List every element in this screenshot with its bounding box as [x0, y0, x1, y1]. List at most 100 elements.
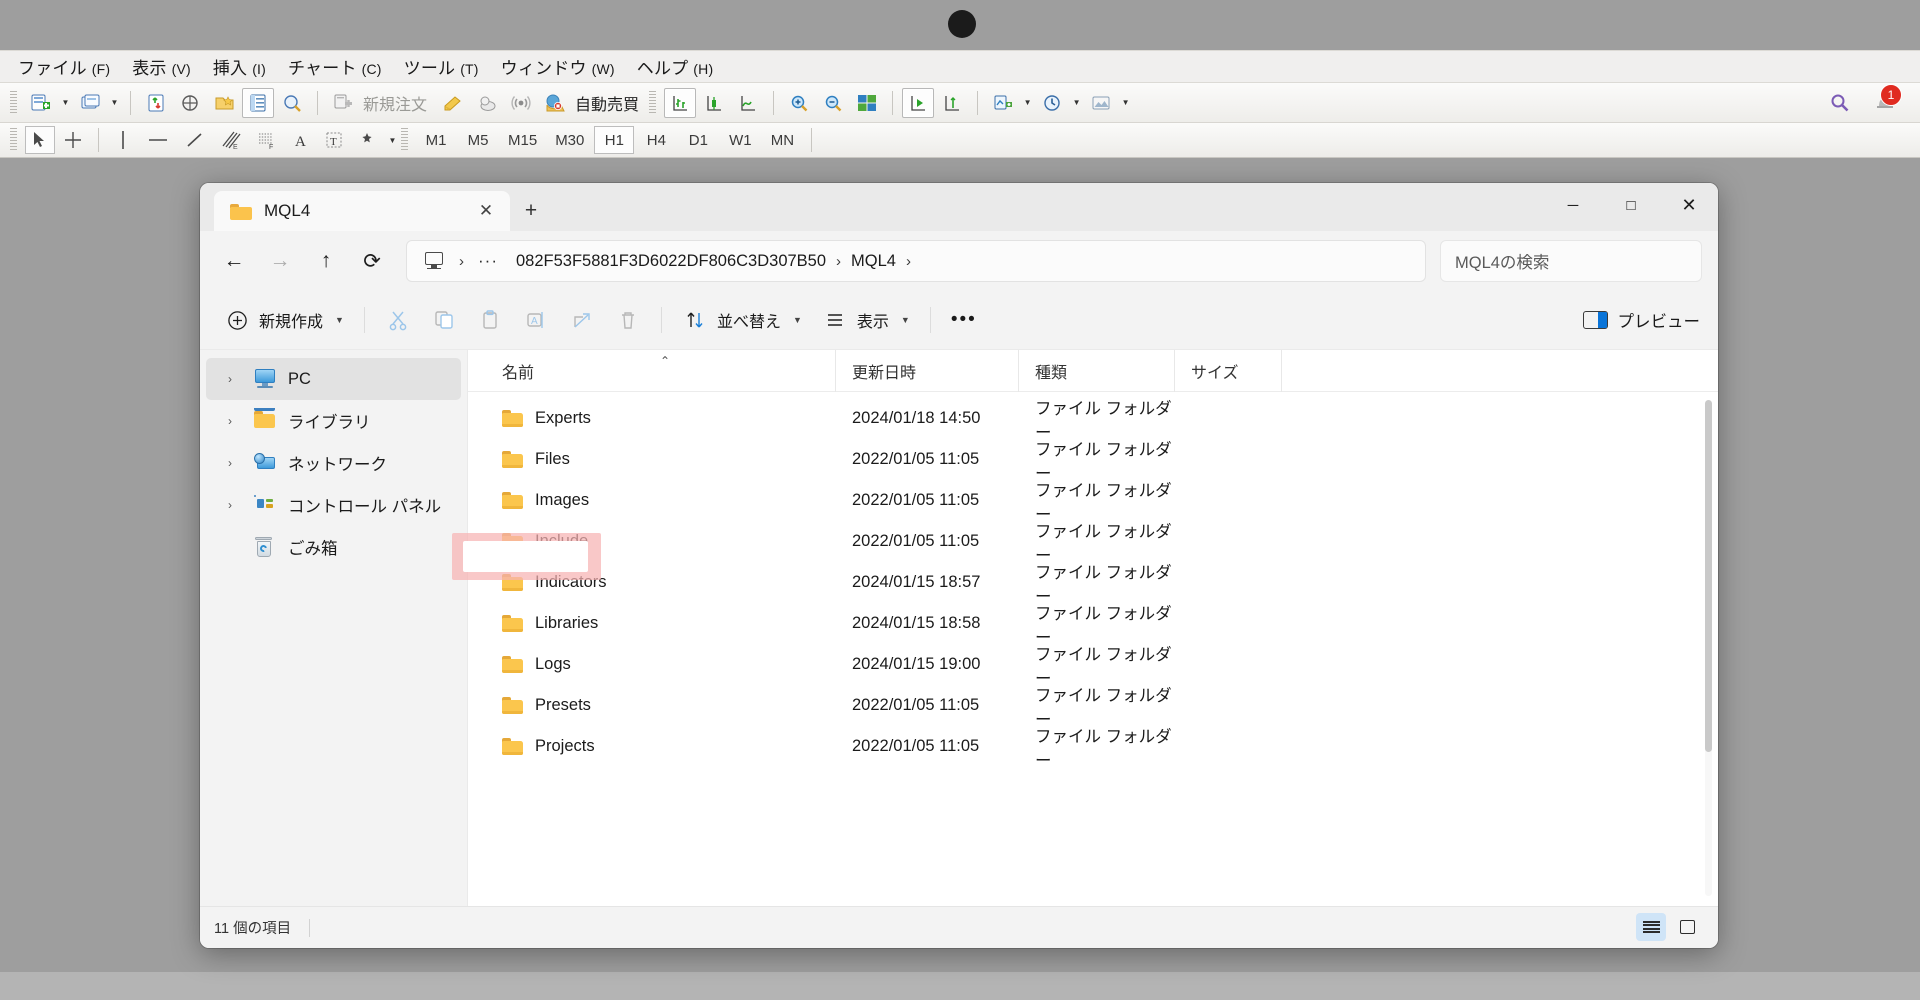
breadcrumb-overflow-icon[interactable]: ···	[474, 251, 502, 271]
file-name-cell[interactable]: Images	[486, 491, 836, 510]
bar-chart-icon[interactable]	[664, 87, 697, 118]
forward-button[interactable]: →	[258, 241, 302, 281]
sidebar-item-recycle-bin[interactable]: › ごみ箱	[206, 526, 461, 568]
equidistant-channel-icon[interactable]: E	[214, 126, 248, 154]
strategy-tester-icon[interactable]	[276, 88, 308, 118]
file-name-cell[interactable]: Include	[486, 532, 836, 551]
breadcrumb-item-guid[interactable]: 082F53F5881F3D6022DF806C3D307B50	[516, 252, 826, 271]
mt-menu-view[interactable]: 表示 (V)	[126, 51, 207, 83]
delete-button[interactable]	[605, 301, 651, 339]
address-bar[interactable]: › ··· 082F53F5881F3D6022DF806C3D307B50 ›…	[406, 240, 1426, 282]
profiles-icon[interactable]	[74, 88, 106, 118]
shapes-icon[interactable]	[352, 126, 384, 154]
tile-windows-icon[interactable]	[851, 88, 883, 118]
rename-button[interactable]: A	[513, 301, 559, 339]
chevron-right-icon[interactable]: ›	[228, 456, 246, 470]
shapes-dropdown-icon[interactable]: ▼	[386, 125, 399, 155]
trendline-icon[interactable]	[178, 126, 212, 154]
maximize-button[interactable]: □	[1602, 183, 1660, 227]
candlestick-chart-icon[interactable]	[698, 88, 730, 118]
toolbar-grip-2[interactable]	[649, 90, 657, 115]
auto-scroll-icon[interactable]	[902, 87, 935, 118]
search-box[interactable]: MQL4の検索	[1440, 240, 1702, 282]
text-icon[interactable]: A	[286, 126, 316, 154]
table-row[interactable]: Projects 2022/01/05 11:05 ファイル フォルダー	[468, 726, 1718, 770]
sort-button[interactable]: 並べ替え ▼	[672, 301, 812, 339]
timeframe-m30[interactable]: M30	[547, 126, 592, 154]
file-name-cell[interactable]: Libraries	[486, 614, 836, 633]
file-name-cell[interactable]: Experts	[486, 409, 836, 428]
copy-button[interactable]	[421, 301, 467, 339]
zoom-in-icon[interactable]	[783, 88, 815, 118]
timeframe-h1[interactable]: H1	[594, 126, 635, 154]
file-list[interactable]: Experts 2024/01/18 14:50 ファイル フォルダー File…	[468, 392, 1718, 906]
timeframe-mn[interactable]: MN	[762, 126, 802, 154]
table-row[interactable]: Images 2022/01/05 11:05 ファイル フォルダー	[468, 480, 1718, 524]
more-options-button[interactable]: •••	[941, 301, 987, 339]
crosshair-icon[interactable]	[57, 126, 89, 154]
table-row[interactable]: Indicators 2024/01/15 18:57 ファイル フォルダー	[468, 562, 1718, 606]
text-label-icon[interactable]: T	[318, 126, 350, 154]
fibonacci-retracement-icon[interactable]: F	[250, 126, 284, 154]
sidebar-item-pc[interactable]: › PC	[206, 358, 461, 400]
table-row[interactable]: Presets 2022/01/05 11:05 ファイル フォルダー	[468, 685, 1718, 729]
new-chart-dropdown-icon[interactable]: ▼	[59, 88, 72, 118]
sidebar-item-network[interactable]: › ネットワーク	[206, 442, 461, 484]
mt-menu-file[interactable]: ファイル (F)	[12, 51, 126, 83]
file-name-cell[interactable]: Projects	[486, 737, 836, 756]
vertical-scrollbar[interactable]	[1705, 400, 1712, 896]
new-chart-icon[interactable]	[25, 88, 57, 118]
indicators-dropdown-icon[interactable]: ▼	[1021, 88, 1034, 118]
data-window-icon[interactable]	[174, 88, 206, 118]
column-header-name[interactable]: 名前 ⌃	[486, 349, 836, 392]
mt-menu-tools[interactable]: ツール (T)	[398, 51, 495, 83]
table-row[interactable]: Include 2022/01/05 11:05 ファイル フォルダー	[468, 521, 1718, 565]
new-item-button[interactable]: 新規作成 ▼	[214, 301, 354, 339]
new-tab-icon[interactable]: +	[510, 191, 552, 231]
scrollbar-thumb[interactable]	[1705, 400, 1712, 752]
file-name-cell[interactable]: Indicators	[486, 573, 836, 592]
timeframe-m1[interactable]: M1	[416, 126, 456, 154]
breadcrumb-item-mql4[interactable]: MQL4	[851, 252, 896, 271]
refresh-button[interactable]: ⟳	[350, 241, 394, 281]
mt-menu-insert[interactable]: 挿入 (I)	[207, 51, 282, 83]
chevron-right-icon[interactable]: ›	[228, 372, 246, 386]
sort-chevron-down-icon[interactable]: ▼	[793, 315, 802, 325]
navigator-icon[interactable]	[208, 88, 240, 118]
file-name-cell[interactable]: Presets	[486, 696, 836, 715]
details-view-icon[interactable]	[1636, 913, 1666, 941]
timeframe-w1[interactable]: W1	[720, 126, 760, 154]
preview-pane-button[interactable]: プレビュー	[1582, 308, 1700, 332]
expert-advisors-icon[interactable]	[471, 88, 503, 118]
chevron-right-icon[interactable]: ›	[228, 414, 246, 428]
market-watch-icon[interactable]	[140, 88, 172, 118]
signals-icon[interactable]	[505, 88, 537, 118]
column-header-date[interactable]: 更新日時	[836, 349, 1019, 392]
line-chart-icon[interactable]	[732, 88, 764, 118]
chart-shift-icon[interactable]	[936, 88, 968, 118]
column-header-size[interactable]: サイズ	[1175, 349, 1282, 392]
cursor-icon[interactable]	[25, 126, 55, 154]
sidebar-item-control-panel[interactable]: › コントロール パネル	[206, 484, 461, 526]
profiles-dropdown-icon[interactable]: ▼	[108, 88, 121, 118]
paste-button[interactable]	[467, 301, 513, 339]
new-order-label[interactable]: 新規注文	[361, 91, 435, 115]
view-button[interactable]: 表示 ▼	[812, 301, 920, 339]
sidebar-item-library[interactable]: › ライブラリ	[206, 400, 461, 442]
autotrading-icon[interactable]	[539, 88, 571, 118]
timeframe-h4[interactable]: H4	[636, 126, 676, 154]
toolbar-grip[interactable]	[10, 90, 17, 115]
up-button[interactable]: ↑	[304, 241, 348, 281]
share-button[interactable]	[559, 301, 605, 339]
search-icon[interactable]	[1824, 88, 1856, 118]
indicators-icon[interactable]	[987, 88, 1019, 118]
large-icons-view-icon[interactable]	[1672, 913, 1702, 941]
autotrading-label[interactable]: 自動売買	[573, 91, 647, 115]
zoom-out-icon[interactable]	[817, 88, 849, 118]
period-dropdown-icon[interactable]: ▼	[1070, 88, 1083, 118]
table-row[interactable]: Libraries 2024/01/15 18:58 ファイル フォルダー	[468, 603, 1718, 647]
timeframe-toolbar-grip[interactable]	[401, 128, 408, 152]
templates-icon[interactable]	[1085, 88, 1117, 118]
minimize-button[interactable]: ─	[1544, 183, 1602, 227]
timeframe-m5[interactable]: M5	[458, 126, 498, 154]
